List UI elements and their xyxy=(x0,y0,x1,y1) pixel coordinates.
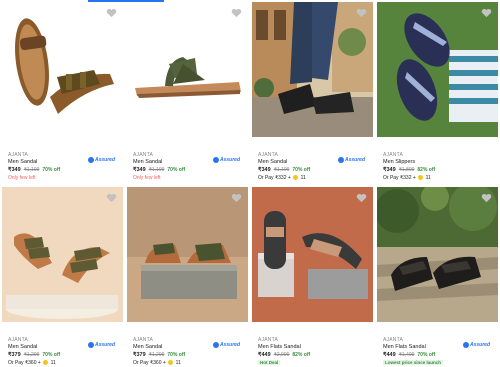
discount: 70% off xyxy=(167,167,186,173)
deal-tag: Lowest price since launch xyxy=(383,360,444,365)
price-row: ₹349 ₹1,899 82% off xyxy=(383,167,435,173)
discount: 70% off xyxy=(42,352,61,358)
assured-shield-icon xyxy=(212,157,219,163)
pay-with-coins: Or Pay ₹332 + 11 xyxy=(383,175,431,181)
product-brand: AJANTA xyxy=(258,152,278,158)
product-brand: AJANTA xyxy=(8,337,28,343)
product-name[interactable]: Men Slippers xyxy=(383,159,415,165)
product-brand: AJANTA xyxy=(383,152,403,158)
discount: 82% off xyxy=(417,167,436,173)
wishlist-heart-icon[interactable] xyxy=(481,193,492,203)
assured-badge: Assured xyxy=(87,157,115,163)
product-name[interactable]: Men Sandal xyxy=(8,159,37,165)
product-image[interactable] xyxy=(377,187,498,322)
price-row: ₹349 ₹1,199 70% off xyxy=(258,167,310,173)
product-name[interactable]: Men Sandal xyxy=(133,344,162,350)
original-price: ₹1,199 xyxy=(23,167,40,173)
assured-shield-icon xyxy=(87,342,94,348)
discount: 82% off xyxy=(292,352,311,358)
wishlist-heart-icon[interactable] xyxy=(106,193,117,203)
product-card[interactable]: AJANTA Men Sandal Assured ₹379 ₹1,299 70% … xyxy=(127,187,248,367)
assured-shield-icon xyxy=(337,157,344,163)
coin-icon xyxy=(43,360,49,365)
product-card[interactable]: AJANTA Men Sandal Assured ₹349 ₹1,199 70% … xyxy=(252,2,373,182)
price: ₹379 xyxy=(133,352,146,358)
wishlist-heart-icon[interactable] xyxy=(231,193,242,203)
discount: 70% off xyxy=(417,352,436,358)
product-card[interactable]: AJANTA Men Flats Sandal ₹449 ₹2,999 82% of… xyxy=(252,187,373,367)
price: ₹449 xyxy=(383,352,396,358)
product-image[interactable] xyxy=(252,2,373,137)
coin-icon xyxy=(418,175,424,180)
pay-with-coins: Or Pay ₹332 + 11 xyxy=(258,175,306,181)
original-price: ₹1,299 xyxy=(23,352,40,358)
product-brand: AJANTA xyxy=(133,337,153,343)
stock-status: Only few left xyxy=(133,175,161,181)
product-image[interactable] xyxy=(377,2,498,137)
assured-badge: Assured xyxy=(337,157,365,163)
product-card[interactable]: AJANTA Men Flats Sandal Assured ₹449 ₹1,4… xyxy=(377,187,498,367)
assured-badge: Assured xyxy=(462,342,490,348)
product-image[interactable] xyxy=(127,187,248,322)
wishlist-heart-icon[interactable] xyxy=(481,8,492,18)
price-row: ₹379 ₹1,299 70% off xyxy=(8,352,60,358)
product-image[interactable] xyxy=(2,2,123,137)
discount: 70% off xyxy=(167,352,186,358)
wishlist-heart-icon[interactable] xyxy=(106,8,117,18)
product-image[interactable] xyxy=(127,2,248,137)
price: ₹349 xyxy=(258,167,271,173)
product-image[interactable] xyxy=(2,187,123,322)
price-row: ₹449 ₹1,499 70% off xyxy=(383,352,435,358)
product-brand: AJANTA xyxy=(258,337,278,343)
price: ₹349 xyxy=(133,167,146,173)
original-price: ₹1,199 xyxy=(148,167,165,173)
product-card[interactable]: AJANTA Men Slippers ₹349 ₹1,899 82% off Or… xyxy=(377,2,498,182)
price-row: ₹349 ₹1,199 70% off xyxy=(8,167,60,173)
price: ₹449 xyxy=(258,352,271,358)
product-brand: AJANTA xyxy=(383,337,403,343)
original-price: ₹2,999 xyxy=(273,352,290,358)
assured-badge: Assured xyxy=(212,157,240,163)
original-price: ₹1,899 xyxy=(398,167,415,173)
assured-shield-icon xyxy=(87,157,94,163)
coin-icon xyxy=(168,360,174,365)
product-name[interactable]: Men Flats Sandal xyxy=(258,344,301,350)
assured-shield-icon xyxy=(462,342,469,348)
price-row: ₹349 ₹1,199 70% off xyxy=(133,167,185,173)
pay-with-coins: Or Pay ₹360 + 11 xyxy=(133,360,181,366)
stock-status: Only few left xyxy=(8,175,36,181)
original-price: ₹1,299 xyxy=(148,352,165,358)
product-brand: AJANTA xyxy=(8,152,28,158)
price-row: ₹379 ₹1,299 70% off xyxy=(133,352,185,358)
assured-badge: Assured xyxy=(212,342,240,348)
price: ₹349 xyxy=(8,167,21,173)
product-name[interactable]: Men Sandal xyxy=(133,159,162,165)
coin-icon xyxy=(293,175,299,180)
product-card[interactable]: AJANTA Men Sandal Assured ₹349 ₹1,199 70% … xyxy=(127,2,248,182)
price: ₹379 xyxy=(8,352,21,358)
product-name[interactable]: Men Sandal xyxy=(258,159,287,165)
product-card[interactable]: AJANTA Men Sandal Assured ₹349 ₹1,199 70% … xyxy=(2,2,123,182)
assured-shield-icon xyxy=(212,342,219,348)
pay-with-coins: Or Pay ₹360 + 11 xyxy=(8,360,56,366)
deal-tag: Hot Deal xyxy=(258,360,281,365)
original-price: ₹1,499 xyxy=(398,352,415,358)
product-name[interactable]: Men Flats Sandal xyxy=(383,344,426,350)
wishlist-heart-icon[interactable] xyxy=(356,8,367,18)
wishlist-heart-icon[interactable] xyxy=(356,193,367,203)
product-card[interactable]: AJANTA Men Sandal Assured ₹379 ₹1,299 70% … xyxy=(2,187,123,367)
discount: 70% off xyxy=(42,167,61,173)
product-name[interactable]: Men Sandal xyxy=(8,344,37,350)
original-price: ₹1,199 xyxy=(273,167,290,173)
product-brand: AJANTA xyxy=(133,152,153,158)
assured-badge: Assured xyxy=(87,342,115,348)
price-row: ₹449 ₹2,999 82% off xyxy=(258,352,310,358)
price: ₹349 xyxy=(383,167,396,173)
discount: 70% off xyxy=(292,167,311,173)
wishlist-heart-icon[interactable] xyxy=(231,8,242,18)
product-image[interactable] xyxy=(252,187,373,322)
